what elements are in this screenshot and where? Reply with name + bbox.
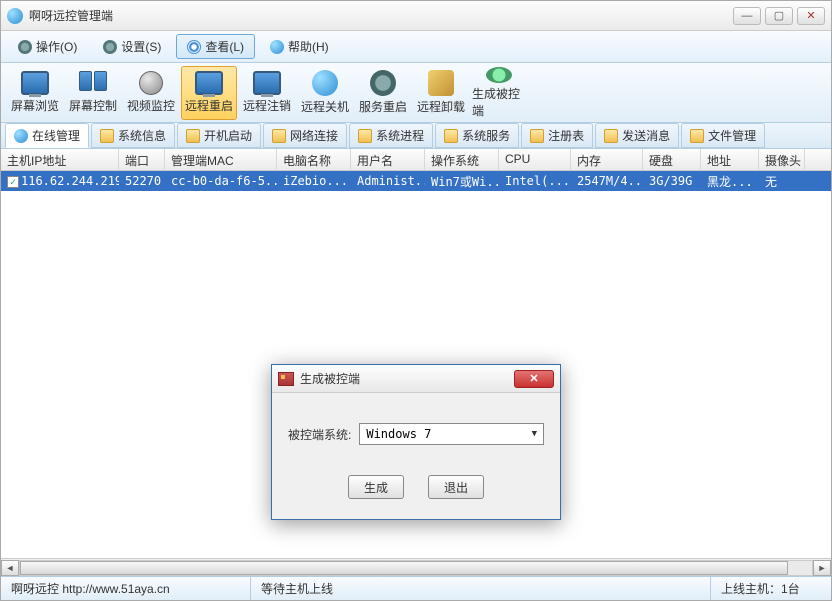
status-message: 等待主机上线 [251, 577, 711, 600]
titlebar: 啊呀远控管理端 — ▢ ✕ [1, 1, 831, 31]
tab-sysinfo[interactable]: 系统信息 [91, 123, 175, 148]
tab-network[interactable]: 网络连接 [263, 123, 347, 148]
menu-help[interactable]: 帮助(H) [259, 34, 340, 59]
os-select[interactable]: Windows 7 ▼ [359, 423, 544, 445]
col-user[interactable]: 用户名 [351, 149, 425, 170]
help-icon [270, 40, 284, 54]
monitor-icon [253, 71, 281, 95]
folder-icon [100, 129, 114, 143]
monitor-icon [21, 71, 49, 95]
chevron-down-icon: ▼ [532, 429, 537, 439]
tab-service[interactable]: 系统服务 [435, 123, 519, 148]
folder-icon [444, 129, 458, 143]
tool-video-monitor[interactable]: 视频监控 [123, 66, 179, 120]
horizontal-scrollbar[interactable]: ◄ ► [1, 558, 831, 576]
scroll-thumb[interactable] [20, 561, 788, 575]
folder-icon [530, 129, 544, 143]
folder-icon [186, 129, 200, 143]
menu-settings[interactable]: 设置(S) [92, 34, 172, 59]
tool-remote-restart[interactable]: 远程重启 [181, 66, 237, 120]
globe-icon [14, 129, 28, 143]
tab-startup[interactable]: 开机启动 [177, 123, 261, 148]
tool-remote-shutdown[interactable]: 远程关机 [297, 66, 353, 120]
tab-registry[interactable]: 注册表 [521, 123, 593, 148]
table-header: 主机IP地址 端口 管理端MAC 电脑名称 用户名 操作系统 CPU 内存 硬盘… [1, 149, 831, 171]
search-icon [187, 40, 201, 54]
col-cam[interactable]: 摄像头 [759, 149, 805, 170]
tool-generate-client[interactable]: 生成被控端 [471, 66, 527, 120]
tool-screen-browse[interactable]: 屏幕浏览 [7, 66, 63, 120]
minimize-button[interactable]: — [733, 7, 761, 25]
status-count: 上线主机：1台 [711, 577, 831, 600]
dialog-title: 生成被控端 [300, 370, 514, 387]
dialog-close-button[interactable]: ✕ [514, 370, 554, 388]
os-label: 被控端系统: [288, 426, 351, 443]
gear-icon [370, 70, 396, 96]
folder-icon [690, 129, 704, 143]
statusbar: 啊呀远控 http://www.51aya.cn 等待主机上线 上线主机：1台 [1, 576, 831, 600]
dialog-titlebar: 生成被控端 ✕ [272, 365, 560, 393]
folder-icon [604, 129, 618, 143]
tabbar: 在线管理 系统信息 开机启动 网络连接 系统进程 系统服务 注册表 发送消息 文… [1, 123, 831, 149]
folder-icon [358, 129, 372, 143]
tool-screen-control[interactable]: 屏幕控制 [65, 66, 121, 120]
col-cpu[interactable]: CPU [499, 149, 571, 170]
menu-operate[interactable]: 操作(O) [7, 34, 88, 59]
generate-client-dialog: 生成被控端 ✕ 被控端系统: Windows 7 ▼ 生成 退出 [271, 364, 561, 520]
gear-icon [103, 40, 117, 54]
toolbar: 屏幕浏览 屏幕控制 视频监控 远程重启 远程注销 远程关机 服务重启 远程卸载 … [1, 63, 831, 123]
tool-remote-uninstall[interactable]: 远程卸载 [413, 66, 469, 120]
maximize-button[interactable]: ▢ [765, 7, 793, 25]
gear-icon [18, 40, 32, 54]
camera-icon [139, 71, 163, 95]
dialog-icon [278, 372, 294, 386]
tab-process[interactable]: 系统进程 [349, 123, 433, 148]
window-title: 啊呀远控管理端 [29, 7, 733, 24]
scroll-left-button[interactable]: ◄ [1, 560, 19, 576]
menu-view[interactable]: 查看(L) [176, 34, 255, 59]
col-disk[interactable]: 硬盘 [643, 149, 701, 170]
tool-remote-logoff[interactable]: 远程注销 [239, 66, 295, 120]
generate-button[interactable]: 生成 [348, 475, 404, 499]
col-port[interactable]: 端口 [119, 149, 165, 170]
monitor-icon [195, 71, 223, 95]
close-button[interactable]: ✕ [797, 7, 825, 25]
scroll-track[interactable] [19, 560, 813, 576]
tab-message[interactable]: 发送消息 [595, 123, 679, 148]
gear-icon [486, 67, 512, 83]
tools-icon [428, 70, 454, 96]
col-addr[interactable]: 地址 [701, 149, 759, 170]
tool-service-restart[interactable]: 服务重启 [355, 66, 411, 120]
col-mem[interactable]: 内存 [571, 149, 643, 170]
app-icon [7, 8, 23, 24]
tab-file[interactable]: 文件管理 [681, 123, 765, 148]
main-window: 啊呀远控管理端 — ▢ ✕ 操作(O) 设置(S) 查看(L) 帮助(H) 屏幕… [0, 0, 832, 601]
host-table: 主机IP地址 端口 管理端MAC 电脑名称 用户名 操作系统 CPU 内存 硬盘… [1, 149, 831, 576]
globe-icon [312, 70, 338, 96]
tab-online[interactable]: 在线管理 [5, 123, 89, 148]
folder-icon [272, 129, 286, 143]
dual-monitor-icon [79, 71, 107, 95]
scroll-right-button[interactable]: ► [813, 560, 831, 576]
col-mac[interactable]: 管理端MAC [165, 149, 277, 170]
col-ip[interactable]: 主机IP地址 [1, 149, 119, 170]
col-os[interactable]: 操作系统 [425, 149, 499, 170]
status-url: 啊呀远控 http://www.51aya.cn [1, 577, 251, 600]
exit-button[interactable]: 退出 [428, 475, 484, 499]
row-checkbox[interactable]: ✓ [7, 176, 19, 188]
menubar: 操作(O) 设置(S) 查看(L) 帮助(H) [1, 31, 831, 63]
table-row[interactable]: ✓116.62.244.219 52270 cc-b0-da-f6-5... i… [1, 171, 831, 191]
col-pc[interactable]: 电脑名称 [277, 149, 351, 170]
